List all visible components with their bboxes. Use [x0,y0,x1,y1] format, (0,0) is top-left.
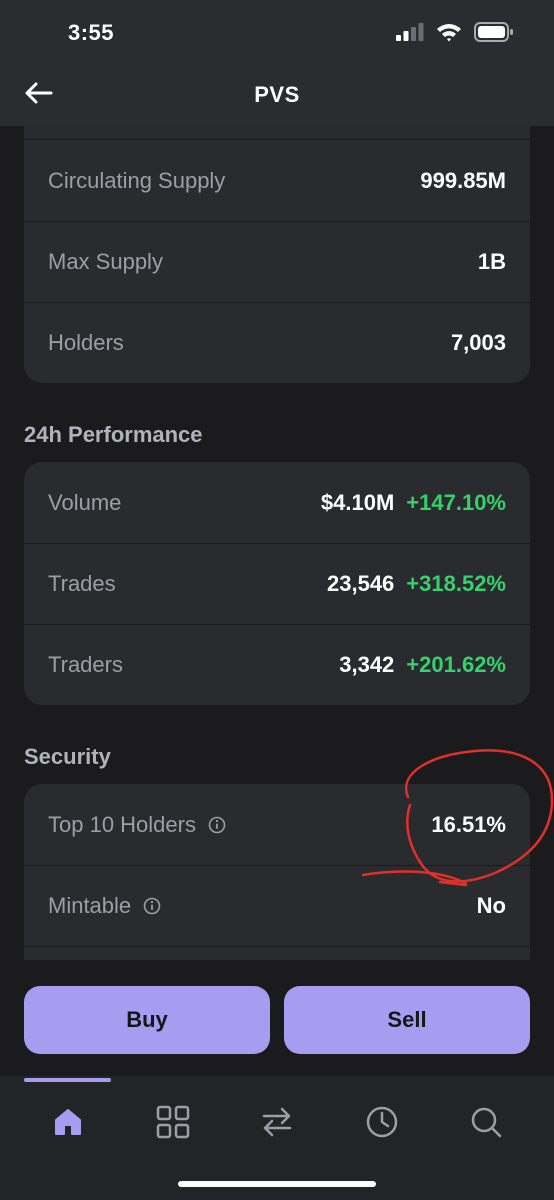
wifi-icon [436,22,462,47]
row-value: $4.10M +147.10% [321,490,506,516]
list-item: Volume $4.10M +147.10% [24,462,530,543]
buy-button[interactable]: Buy [24,986,270,1054]
list-item: Top 10 Holders 16.51% [24,784,530,865]
tab-home[interactable] [44,1100,92,1148]
row-label-text: Top 10 Holders [48,811,196,837]
metric-value: 23,546 [327,570,395,596]
info-icon[interactable] [143,897,161,915]
row-label: Max Supply [48,248,163,274]
row-label: Traders [48,651,123,677]
tab-search[interactable] [462,1100,510,1148]
list-item: Holders 7,003 [24,302,530,383]
security-card: Top 10 Holders 16.51% Mintable No [24,784,530,960]
list-item: Trades 23,546 +318.52% [24,543,530,624]
active-tab-indicator [24,1078,111,1082]
tab-history[interactable] [358,1100,406,1148]
metric-value: 3,342 [339,651,395,677]
row-value: No [476,892,506,918]
list-item: Mintable No [24,865,530,946]
action-bar: Buy Sell [0,960,554,1076]
nav-bar: PVS [0,66,554,126]
row-label: Top 10 Holders [48,812,226,838]
swap-icon [260,1105,294,1144]
change-percent: +318.52% [406,570,506,596]
section-title-security: Security [24,744,111,769]
home-indicator [178,1181,376,1187]
row-label: Circulating Supply [48,167,226,193]
search-icon [469,1105,503,1144]
page-title: PVS [254,82,300,107]
performance-card: Volume $4.10M +147.10% Trades 23,546 +31… [24,462,530,705]
row-label: Volume [48,489,122,515]
change-percent: +201.62% [406,651,506,677]
cellular-signal-icon [396,23,424,46]
row-value: 1B [477,248,506,274]
row-label: Holders [48,329,124,355]
section-title-performance: 24h Performance [24,422,203,447]
row-label-text: Mintable [48,892,132,918]
supply-card: Circulating Supply 999.85M Max Supply 1B… [24,126,530,383]
row-label: Trades [48,570,116,596]
change-percent: +147.10% [406,489,506,515]
token-details-content[interactable]: Circulating Supply 999.85M Max Supply 1B… [0,126,554,960]
list-item: Traders 3,342 +201.62% [24,624,530,705]
list-item: Max Supply 1B [24,221,530,302]
grid-icon [156,1105,190,1144]
tab-bar [0,1076,554,1200]
battery-icon [474,22,514,47]
row-value: 3,342 +201.62% [339,652,506,678]
row-value: 23,546 +318.52% [327,571,506,597]
status-icons [396,22,514,47]
list-item: Circulating Supply 999.85M [24,140,530,221]
row-value: 7,003 [450,329,506,355]
clock-icon [365,1105,399,1144]
metric-value: $4.10M [320,489,395,515]
row-value: 16.51% [431,811,506,837]
status-bar: 3:55 [0,0,554,66]
home-icon [52,1106,84,1143]
row-value: 999.85M [420,167,506,193]
tab-explore[interactable] [149,1100,197,1148]
sell-button[interactable]: Sell [284,986,530,1054]
list-item [24,946,530,960]
row-label: Mintable [48,893,161,919]
info-icon[interactable] [208,816,226,834]
tab-swap[interactable] [253,1100,301,1148]
status-time: 3:55 [68,20,115,45]
